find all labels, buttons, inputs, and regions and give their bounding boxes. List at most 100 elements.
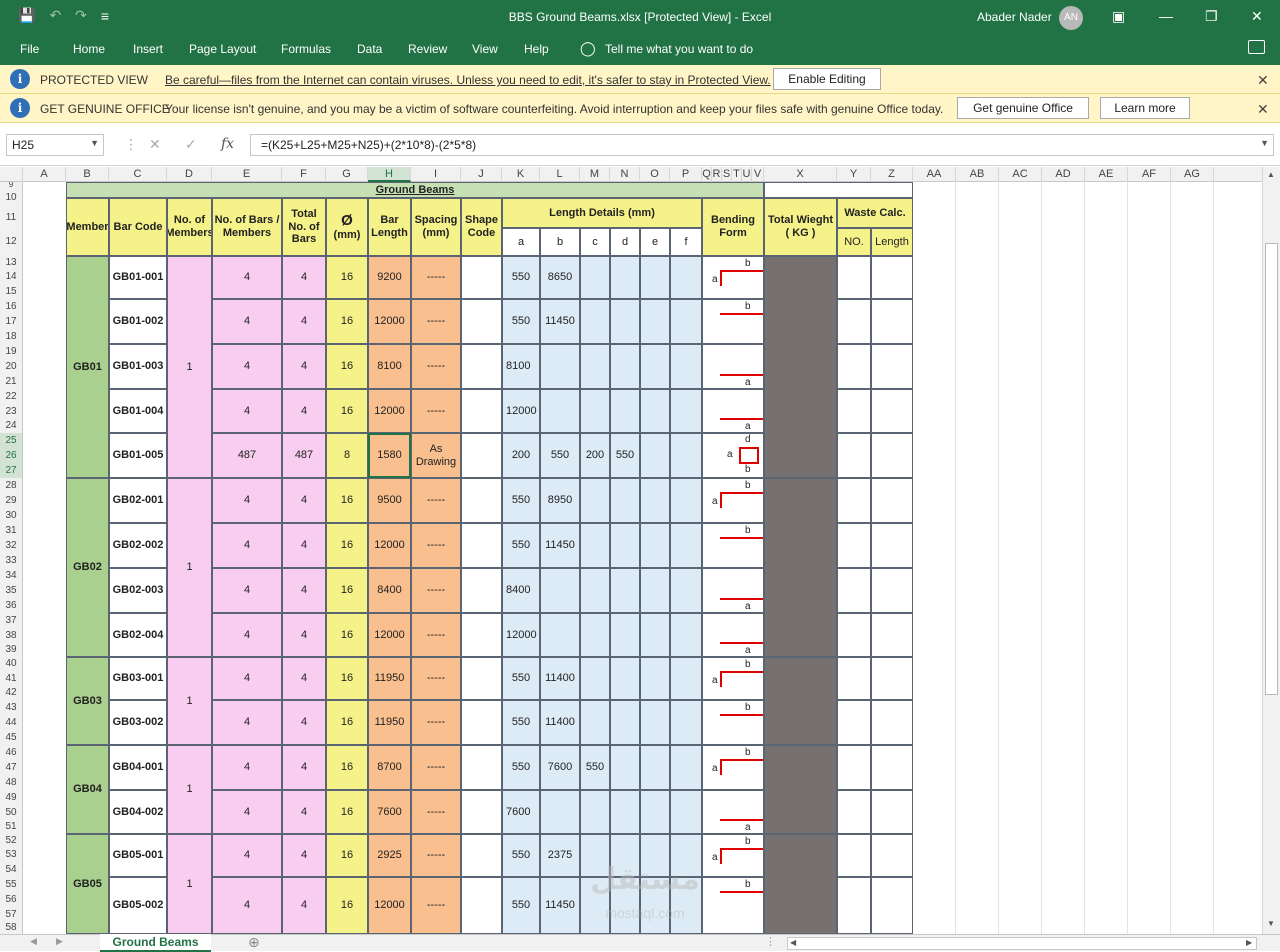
- row-gb01-002-waste-no[interactable]: [837, 299, 871, 344]
- chevron-down-icon[interactable]: ▼: [1260, 138, 1269, 148]
- header-no-bars-members[interactable]: No. of Bars / Members: [212, 198, 282, 256]
- row-gb01-004-code[interactable]: GB01-004: [109, 389, 167, 433]
- horizontal-scrollbar[interactable]: ◀ ▶: [787, 937, 1257, 950]
- row-gb02-001-total-bars[interactable]: 4: [282, 478, 326, 523]
- row-gb05-001-shape-code[interactable]: [461, 834, 502, 877]
- scroll-up-icon[interactable]: ▲: [1267, 170, 1275, 179]
- row-gb02-004-shape-code[interactable]: [461, 613, 502, 657]
- row-gb04-002-total-bars[interactable]: 4: [282, 790, 326, 834]
- row-gb02-003-length-f[interactable]: [670, 568, 702, 613]
- row-gb02-001-waste-no[interactable]: [837, 478, 871, 523]
- learn-more-button[interactable]: Learn more: [1100, 97, 1190, 119]
- prev-sheet-icon[interactable]: ◀: [30, 936, 37, 947]
- row-gb03-001-spacing[interactable]: -----: [411, 657, 461, 700]
- row-gb01-003-length-e[interactable]: [640, 344, 670, 389]
- row-gb01-002-spacing[interactable]: -----: [411, 299, 461, 344]
- row-gb03-001-length-f[interactable]: [670, 657, 702, 700]
- vertical-scrollbar[interactable]: ▲ ▼: [1262, 167, 1280, 934]
- row-gb01-005-length-a[interactable]: 200: [502, 433, 540, 478]
- close-icon[interactable]: ✕: [1251, 8, 1263, 25]
- row-gb01-001-length-a[interactable]: 550: [502, 256, 540, 299]
- row-gb01-003-waste-no[interactable]: [837, 344, 871, 389]
- row-gb05-001-waste-no[interactable]: [837, 834, 871, 877]
- row-gb05-002-diameter[interactable]: 16: [326, 877, 368, 934]
- row-gb01-002-bending-form[interactable]: ba: [702, 299, 764, 344]
- row-gb03-001-length-d[interactable]: [610, 657, 640, 700]
- row-header-54[interactable]: 54: [0, 862, 22, 877]
- row-gb03-001-bar-length[interactable]: 11950: [368, 657, 411, 700]
- row-gb03-001-code[interactable]: GB03-001: [109, 657, 167, 700]
- scroll-thumb[interactable]: [1265, 243, 1278, 695]
- row-gb04-002-diameter[interactable]: 16: [326, 790, 368, 834]
- next-sheet-icon[interactable]: ▶: [56, 936, 63, 947]
- member-count-gb04[interactable]: 1: [167, 745, 212, 834]
- row-gb01-001-length-d[interactable]: [610, 256, 640, 299]
- row-gb04-002-spacing[interactable]: -----: [411, 790, 461, 834]
- row-gb01-001-total-bars[interactable]: 4: [282, 256, 326, 299]
- row-gb01-004-total-bars[interactable]: 4: [282, 389, 326, 433]
- column-header-ag[interactable]: AG: [1171, 167, 1214, 182]
- row-gb02-004-length-c[interactable]: [580, 613, 610, 657]
- row-gb04-002-waste-no[interactable]: [837, 790, 871, 834]
- title-right-block[interactable]: [764, 182, 913, 198]
- row-header-52[interactable]: 52: [0, 834, 22, 848]
- column-header-q[interactable]: Q: [702, 167, 712, 182]
- header-length-d[interactable]: d: [610, 228, 640, 256]
- row-gb03-002-length-d[interactable]: [610, 700, 640, 745]
- row-gb03-002-length-c[interactable]: [580, 700, 610, 745]
- row-header-56[interactable]: 56: [0, 892, 22, 907]
- column-header-i[interactable]: I: [411, 167, 461, 182]
- row-gb02-002-bending-form[interactable]: ba: [702, 523, 764, 568]
- column-header-d[interactable]: D: [167, 167, 212, 182]
- header-waste-no[interactable]: NO.: [837, 228, 871, 256]
- row-header-39[interactable]: 39: [0, 643, 22, 657]
- row-gb03-002-spacing[interactable]: -----: [411, 700, 461, 745]
- header-length-e[interactable]: e: [640, 228, 670, 256]
- scroll-down-icon[interactable]: ▼: [1267, 919, 1275, 928]
- row-header-32[interactable]: 32: [0, 538, 22, 553]
- column-header-o[interactable]: O: [640, 167, 670, 182]
- row-gb04-001-length-d[interactable]: [610, 745, 640, 790]
- row-gb02-001-bars-per-member[interactable]: 4: [212, 478, 282, 523]
- row-gb03-001-bars-per-member[interactable]: 4: [212, 657, 282, 700]
- row-gb01-004-bar-length[interactable]: 12000: [368, 389, 411, 433]
- row-gb01-005-bending-form[interactable]: dacb: [702, 433, 764, 478]
- column-header-m[interactable]: M: [580, 167, 610, 182]
- restore-icon[interactable]: ❐: [1205, 8, 1218, 25]
- row-gb02-001-length-e[interactable]: [640, 478, 670, 523]
- row-header-28[interactable]: 28: [0, 478, 22, 493]
- row-gb02-002-spacing[interactable]: -----: [411, 523, 461, 568]
- row-gb01-001-length-e[interactable]: [640, 256, 670, 299]
- row-gb02-002-waste-no[interactable]: [837, 523, 871, 568]
- row-gb01-003-bars-per-member[interactable]: 4: [212, 344, 282, 389]
- row-gb05-002-length-a[interactable]: 550: [502, 877, 540, 934]
- row-gb01-002-code[interactable]: GB01-002: [109, 299, 167, 344]
- row-gb02-001-length-a[interactable]: 550: [502, 478, 540, 523]
- row-gb05-002-bars-per-member[interactable]: 4: [212, 877, 282, 934]
- row-gb01-005-code[interactable]: GB01-005: [109, 433, 167, 478]
- row-gb04-002-code[interactable]: GB04-002: [109, 790, 167, 834]
- row-gb01-003-total-bars[interactable]: 4: [282, 344, 326, 389]
- row-gb02-003-length-a[interactable]: 8400: [502, 568, 540, 613]
- column-header-h[interactable]: H: [368, 167, 411, 182]
- header-diameter[interactable]: Ø (mm): [326, 198, 368, 256]
- row-gb02-004-bar-length[interactable]: 12000: [368, 613, 411, 657]
- header-spacing[interactable]: Spacing (mm): [411, 198, 461, 256]
- column-header-l[interactable]: L: [540, 167, 580, 182]
- row-header-16[interactable]: 16: [0, 299, 22, 314]
- row-header-57[interactable]: 57: [0, 907, 22, 922]
- header-waste[interactable]: Waste Calc.: [837, 198, 913, 228]
- header-bending-form[interactable]: Bending Form: [702, 198, 764, 256]
- header-length-c[interactable]: c: [580, 228, 610, 256]
- row-gb02-003-length-c[interactable]: [580, 568, 610, 613]
- row-gb01-003-spacing[interactable]: -----: [411, 344, 461, 389]
- row-gb01-001-bending-form[interactable]: ba: [702, 256, 764, 299]
- row-gb02-004-length-e[interactable]: [640, 613, 670, 657]
- row-gb01-002-length-a[interactable]: 550: [502, 299, 540, 344]
- row-gb01-002-length-f[interactable]: [670, 299, 702, 344]
- row-header-30[interactable]: 30: [0, 508, 22, 523]
- row-gb05-001-waste-length[interactable]: [871, 834, 913, 877]
- header-length-b[interactable]: b: [540, 228, 580, 256]
- row-gb02-002-length-d[interactable]: [610, 523, 640, 568]
- row-gb04-001-length-e[interactable]: [640, 745, 670, 790]
